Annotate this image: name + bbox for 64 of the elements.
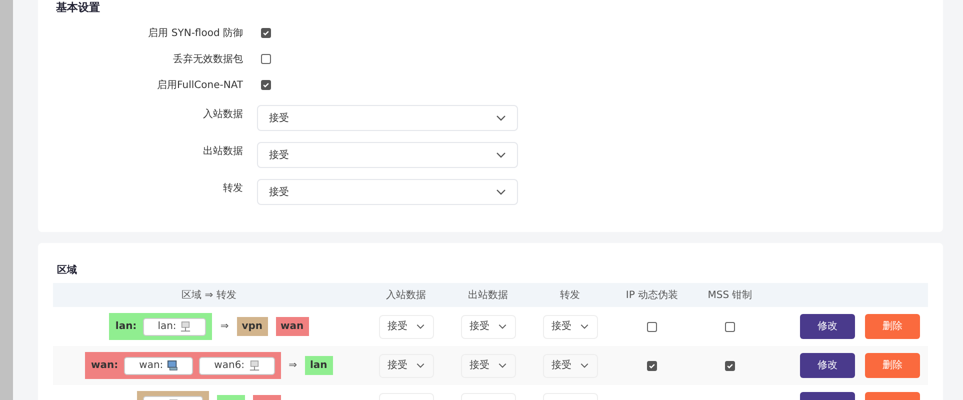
checkbox[interactable] bbox=[647, 322, 657, 332]
network-port-icon bbox=[248, 360, 260, 371]
checkbox[interactable] bbox=[725, 360, 735, 370]
select-field[interactable]: 接受 bbox=[542, 314, 598, 338]
field-label: 启用FullCone-NAT bbox=[156, 78, 243, 92]
column-header: 入站数据 bbox=[386, 290, 426, 300]
checkbox[interactable] bbox=[647, 360, 657, 370]
field-label: 丢弃无效数据包 bbox=[172, 52, 243, 66]
zone-tag: wan bbox=[276, 317, 309, 336]
section-title: 基本设置 bbox=[56, 1, 101, 15]
zone-name: wan: bbox=[91, 359, 118, 373]
edit-button[interactable]: 修改 bbox=[800, 353, 855, 378]
zone-name: lan: bbox=[115, 320, 137, 334]
column-header: IP 动态伪装 bbox=[626, 290, 678, 300]
arrow-symbol: ⇒ bbox=[288, 359, 297, 373]
select-field[interactable]: 接受 bbox=[257, 142, 518, 168]
field-label: 入站数据 bbox=[202, 108, 243, 122]
chevron-down-icon bbox=[496, 115, 506, 121]
column-header: MSS 钳制 bbox=[708, 290, 752, 300]
select-field[interactable]: 接受 bbox=[257, 105, 518, 131]
scrollbar[interactable] bbox=[0, 0, 13, 400]
chevron-down-icon bbox=[496, 152, 506, 158]
select-value: 接受 bbox=[269, 148, 289, 162]
network-name: wan: bbox=[139, 359, 164, 373]
chevron-down-icon bbox=[580, 363, 588, 368]
checkbox[interactable] bbox=[261, 80, 271, 90]
zone-tag: vpn bbox=[236, 317, 268, 336]
select-field[interactable]: 接受 bbox=[460, 314, 516, 338]
select-field[interactable]: 接受 bbox=[378, 314, 434, 338]
select-value: 接受 bbox=[269, 112, 289, 126]
chevron-down-icon bbox=[580, 324, 588, 329]
checkbox[interactable] bbox=[261, 28, 271, 38]
select-value: 接受 bbox=[470, 320, 490, 334]
select-value: 接受 bbox=[388, 320, 408, 334]
computer-icon bbox=[167, 360, 178, 371]
section-title: 区域 bbox=[57, 264, 78, 278]
checkbox[interactable] bbox=[261, 54, 271, 64]
select-field[interactable]: 接受 bbox=[378, 354, 434, 378]
zone-tag: lan bbox=[304, 356, 333, 375]
chevron-down-icon bbox=[416, 363, 424, 368]
field-label: 启用 SYN-flood 防御 bbox=[147, 26, 243, 40]
select-value: 接受 bbox=[552, 358, 572, 373]
chevron-down-icon bbox=[416, 324, 424, 329]
select-value: 接受 bbox=[552, 320, 572, 334]
chevron-down-icon bbox=[498, 324, 506, 329]
select-field[interactable]: 接受 bbox=[460, 354, 516, 378]
select-value: 接受 bbox=[388, 358, 408, 373]
column-header: 区域 ⇒ 转发 bbox=[182, 290, 236, 300]
network-port-icon bbox=[180, 321, 192, 332]
network-name: lan: bbox=[158, 320, 176, 334]
select-field[interactable]: 接受 bbox=[542, 354, 598, 378]
select-value: 接受 bbox=[470, 358, 490, 373]
network-name: wan6: bbox=[214, 359, 245, 373]
column-header: 转发 bbox=[560, 290, 580, 300]
select-field[interactable]: 接受 bbox=[257, 179, 518, 205]
chevron-down-icon bbox=[496, 189, 506, 195]
column-header: 出站数据 bbox=[468, 290, 508, 300]
field-label: 出站数据 bbox=[202, 144, 243, 159]
arrow-symbol: ⇒ bbox=[220, 320, 229, 334]
select-value: 接受 bbox=[269, 186, 289, 200]
edit-button[interactable]: 修改 bbox=[800, 314, 855, 339]
chevron-down-icon bbox=[498, 363, 506, 368]
field-label: 转发 bbox=[222, 182, 243, 196]
checkbox[interactable] bbox=[725, 322, 735, 332]
